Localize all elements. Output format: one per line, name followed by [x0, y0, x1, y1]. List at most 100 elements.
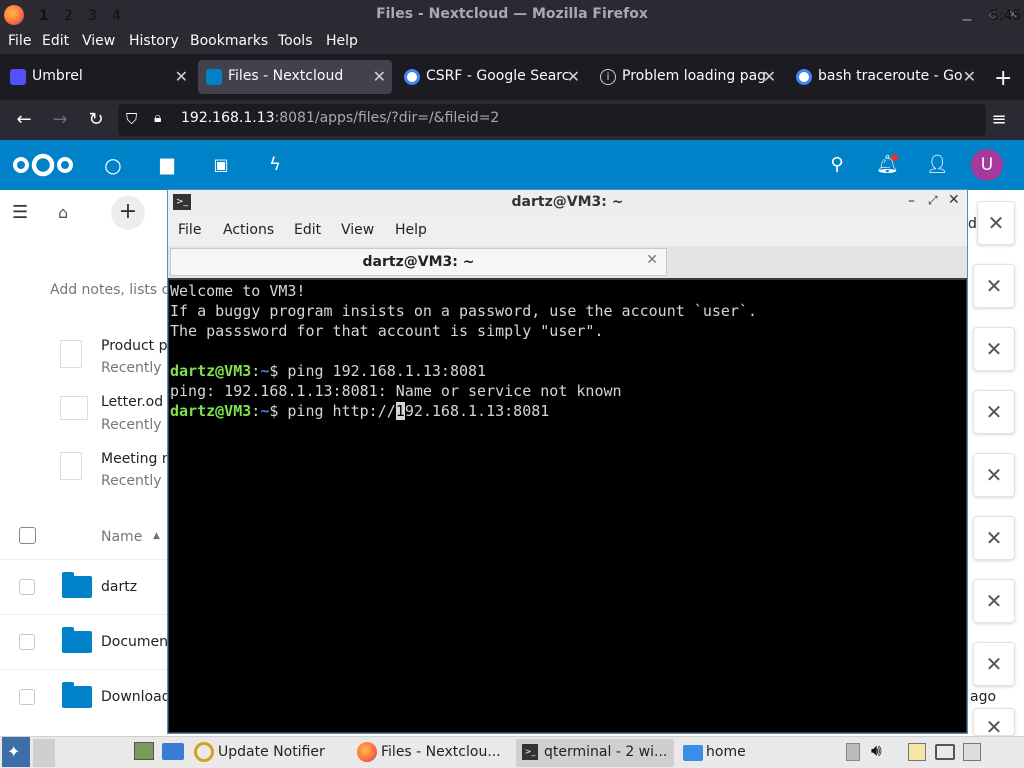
window-titlebar: Files - Nextcloud — Mozilla Firefox ▁ ◇ … — [0, 0, 1024, 30]
recent-file-name[interactable]: Meeting n — [101, 451, 171, 467]
tab-nextcloud[interactable]: Files - Nextcloud ✕ — [198, 60, 392, 94]
dismiss-notification-button[interactable]: ✕ — [973, 453, 1015, 497]
menu-view[interactable]: View — [82, 33, 115, 49]
task-update-notifier[interactable]: Update Notifier — [192, 739, 344, 767]
term-menu-actions[interactable]: Actions — [223, 222, 274, 238]
tab-csrf-search[interactable]: CSRF - Google Searc ✕ — [396, 60, 586, 94]
close-window-icon[interactable]: ✕ — [948, 192, 960, 208]
disk-icon[interactable] — [846, 743, 860, 761]
tab-umbrel[interactable]: Umbrel ✕ — [2, 60, 194, 94]
term-menu-file[interactable]: File — [178, 222, 201, 238]
terminal-tab[interactable]: dartz@VM3: ~ ✕ — [170, 248, 667, 276]
file-name[interactable]: Download — [101, 689, 171, 705]
terminal-line: The passsword for that account is simply… — [170, 322, 604, 340]
file-name[interactable]: Documen — [101, 634, 168, 650]
navigation-toggle-icon[interactable]: ☰ — [12, 202, 28, 223]
window-list-icon[interactable] — [162, 743, 184, 760]
dismiss-notification-button[interactable]: ✕ — [973, 579, 1015, 623]
close-tab-icon[interactable]: ✕ — [963, 67, 976, 86]
recent-file-name[interactable]: Letter.od — [101, 394, 163, 410]
row-checkbox[interactable] — [19, 579, 35, 595]
close-tab-icon[interactable]: ✕ — [567, 67, 580, 86]
activity-icon[interactable]: ϟ — [264, 155, 286, 175]
dismiss-notification-button[interactable]: ✕ — [977, 201, 1015, 245]
nextcloud-icon — [206, 69, 222, 85]
dismiss-notification-button[interactable]: ✕ — [973, 327, 1015, 371]
maximize-icon[interactable]: ⤢ — [928, 193, 938, 208]
select-all-checkbox[interactable] — [19, 527, 36, 544]
menu-edit[interactable]: Edit — [42, 33, 69, 49]
menu-file[interactable]: File — [8, 33, 31, 49]
nextcloud-logo-icon[interactable] — [12, 152, 74, 178]
show-desktop-icon[interactable] — [134, 742, 154, 760]
column-header-name[interactable]: Name — [101, 529, 142, 545]
url-text[interactable]: 192.168.1.13:8081/apps/files/?dir=/&file… — [181, 110, 499, 126]
forward-icon[interactable]: → — [49, 109, 71, 130]
term-menu-help[interactable]: Help — [395, 222, 427, 238]
contacts-icon[interactable]: 👤︎ — [926, 155, 949, 175]
google-icon — [796, 69, 812, 85]
workspace-2[interactable]: 2 — [64, 8, 73, 24]
recent-file-name[interactable]: Product p — [101, 338, 168, 354]
sort-ascending-icon[interactable]: ▲ — [153, 531, 160, 541]
dismiss-notification-button[interactable]: ✕ — [973, 390, 1015, 434]
task-home-folder[interactable]: home — [680, 739, 800, 767]
search-icon[interactable]: ⚲ — [826, 155, 848, 175]
row-checkbox[interactable] — [19, 689, 35, 705]
close-tab-icon[interactable]: ✕ — [373, 67, 386, 86]
folder-icon — [62, 682, 92, 708]
notification-dot — [891, 154, 898, 161]
task-firefox[interactable]: Files - Nextclou... — [354, 739, 509, 767]
folder-icon — [683, 745, 703, 761]
start-menu-button[interactable]: ✦ — [2, 737, 30, 767]
row-divider — [0, 559, 170, 560]
close-tab-icon[interactable]: ✕ — [175, 67, 188, 86]
minimize-icon[interactable]: ▁ — [960, 9, 974, 21]
clipboard-icon[interactable] — [908, 743, 926, 761]
terminal-screen[interactable]: Welcome to VM3! If a buggy program insist… — [169, 280, 966, 732]
prompt-separator: : — [251, 402, 261, 420]
app-menu-icon[interactable]: ≡ — [988, 109, 1010, 130]
row-checkbox[interactable] — [19, 634, 35, 650]
new-tab-button[interactable]: + — [994, 66, 1012, 91]
term-menu-view[interactable]: View — [341, 222, 374, 238]
clock[interactable]: 5:45 — [990, 8, 1021, 24]
workspace-3[interactable]: 3 — [88, 8, 97, 24]
document-icon — [60, 452, 82, 480]
close-tab-icon[interactable]: ✕ — [763, 67, 776, 86]
workspace-4[interactable]: 4 — [112, 8, 121, 24]
shield-icon[interactable]: ⛉ — [126, 110, 137, 128]
minimize-icon[interactable]: – — [908, 193, 915, 209]
new-file-button[interactable]: + — [111, 196, 145, 230]
menu-tools[interactable]: Tools — [278, 33, 313, 49]
file-name[interactable]: dartz — [101, 579, 137, 595]
menu-help[interactable]: Help — [326, 33, 358, 49]
reload-icon[interactable]: ↻ — [85, 109, 107, 130]
menu-bookmarks[interactable]: Bookmarks — [190, 33, 268, 49]
notification-text-fragment: d — [968, 216, 977, 232]
dashboard-icon[interactable]: ○ — [102, 155, 124, 175]
dismiss-notification-button[interactable]: ✕ — [973, 642, 1015, 686]
term-menu-edit[interactable]: Edit — [294, 222, 321, 238]
workspace-1[interactable]: 1 — [39, 8, 49, 24]
workspace-1-button[interactable] — [33, 739, 55, 767]
task-qterminal[interactable]: >_ qterminal - 2 wi... — [516, 739, 674, 767]
network-icon[interactable] — [935, 744, 955, 760]
tab-problem-loading[interactable]: i Problem loading pag ✕ — [592, 60, 782, 94]
home-breadcrumb-icon[interactable]: ⌂ — [58, 203, 68, 222]
photos-icon[interactable]: ▣ — [210, 155, 232, 175]
dismiss-notification-button[interactable]: ✕ — [973, 708, 1015, 736]
lock-icon[interactable]: 🔒︎ — [154, 110, 161, 126]
avatar[interactable]: U — [971, 149, 1003, 181]
close-tab-icon[interactable]: ✕ — [646, 252, 658, 268]
menu-history[interactable]: History — [129, 33, 179, 49]
files-icon[interactable]: ▆ — [156, 155, 178, 175]
notes-icon[interactable] — [963, 743, 981, 761]
terminal-menubar: File Actions Edit View Help — [168, 216, 967, 246]
tab-bash-traceroute[interactable]: bash traceroute - Go ✕ — [788, 60, 982, 94]
volume-icon[interactable]: 🔊︎ — [871, 741, 882, 761]
dismiss-notification-button[interactable]: ✕ — [973, 264, 1015, 308]
notes-placeholder[interactable]: Add notes, lists o — [50, 282, 170, 298]
back-icon[interactable]: ← — [13, 109, 35, 130]
dismiss-notification-button[interactable]: ✕ — [973, 516, 1015, 560]
